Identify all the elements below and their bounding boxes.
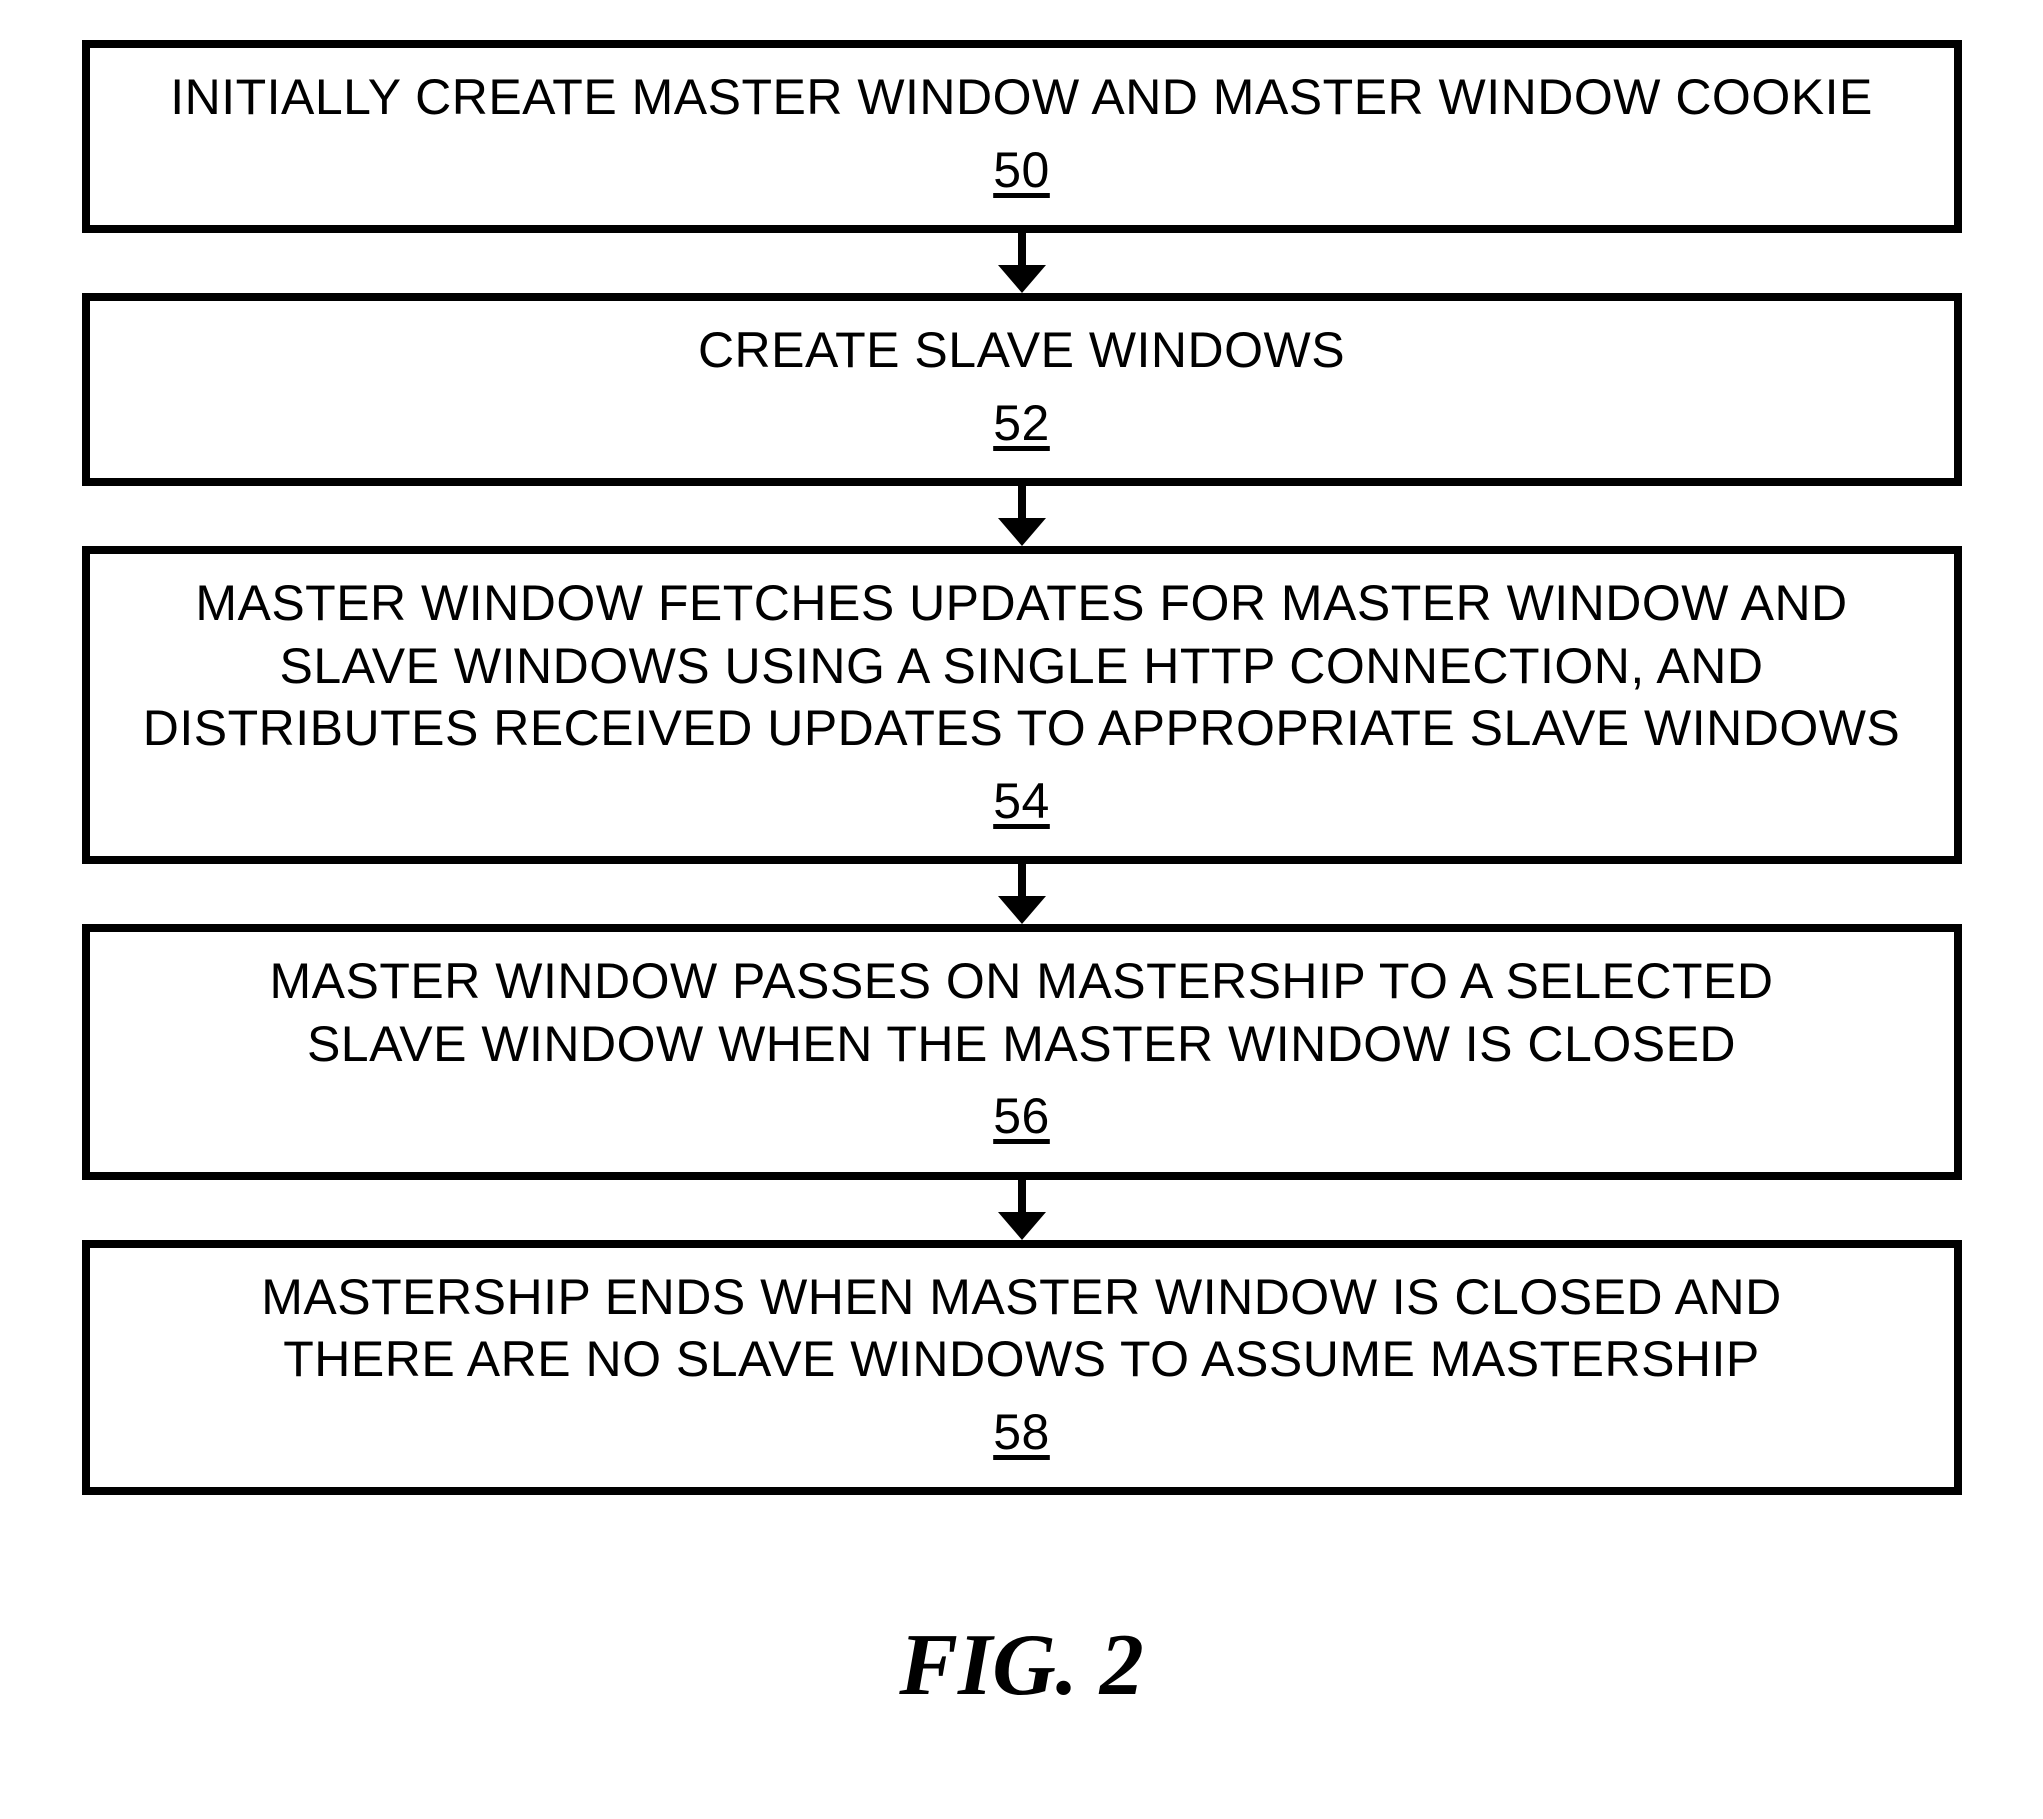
flow-step-56: MASTER WINDOW PASSES ON MASTERSHIP TO A …	[82, 924, 1962, 1180]
step-text: MASTER WINDOW PASSES ON MASTERSHIP TO A …	[270, 950, 1774, 1075]
flow-step-52: CREATE SLAVE WINDOWS 52	[82, 293, 1962, 486]
step-text: INITIALLY CREATE MASTER WINDOW AND MASTE…	[170, 66, 1873, 129]
flow-step-58: MASTERSHIP ENDS WHEN MASTER WINDOW IS CL…	[82, 1240, 1962, 1496]
step-ref: 58	[993, 1401, 1050, 1464]
arrow-down-icon	[998, 233, 1046, 293]
flowchart: INITIALLY CREATE MASTER WINDOW AND MASTE…	[60, 40, 1983, 1495]
step-text: MASTERSHIP ENDS WHEN MASTER WINDOW IS CL…	[261, 1266, 1781, 1391]
flow-step-50: INITIALLY CREATE MASTER WINDOW AND MASTE…	[82, 40, 1962, 233]
arrow-down-icon	[998, 1180, 1046, 1240]
step-ref: 52	[993, 392, 1050, 455]
figure-label: FIG. 2	[60, 1615, 1983, 1716]
step-text: CREATE SLAVE WINDOWS	[698, 319, 1345, 382]
arrow-down-icon	[998, 864, 1046, 924]
step-ref: 56	[993, 1085, 1050, 1148]
diagram-canvas: INITIALLY CREATE MASTER WINDOW AND MASTE…	[0, 0, 2043, 1819]
step-text: MASTER WINDOW FETCHES UPDATES FOR MASTER…	[143, 572, 1901, 760]
arrow-down-icon	[998, 486, 1046, 546]
flow-step-54: MASTER WINDOW FETCHES UPDATES FOR MASTER…	[82, 546, 1962, 864]
step-ref: 54	[993, 770, 1050, 833]
step-ref: 50	[993, 139, 1050, 202]
